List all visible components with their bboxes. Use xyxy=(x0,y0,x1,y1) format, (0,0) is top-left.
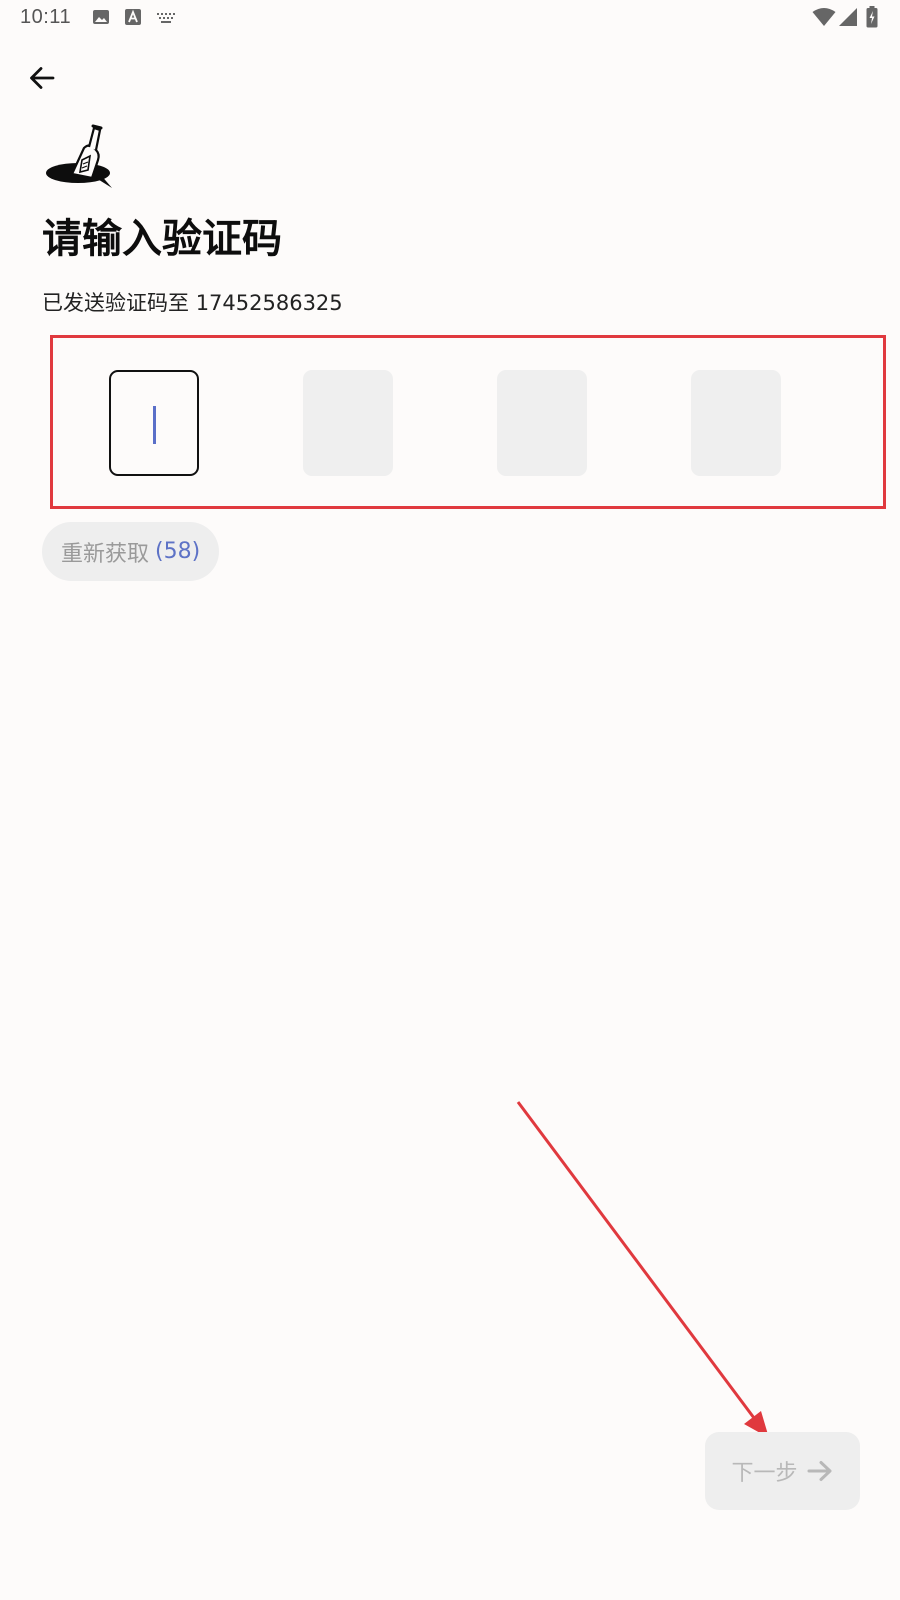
wifi-icon xyxy=(812,7,836,31)
verification-code-area xyxy=(50,335,886,509)
keyboard-icon xyxy=(156,8,176,30)
resend-countdown: (58) xyxy=(155,539,201,564)
resend-code-button[interactable]: 重新获取 (58) xyxy=(42,522,220,581)
page-title: 请输入验证码 xyxy=(42,216,282,262)
code-input-4[interactable] xyxy=(691,370,781,476)
next-step-label: 下一步 xyxy=(731,1461,798,1486)
code-input-1[interactable] xyxy=(109,370,199,476)
code-input-2[interactable] xyxy=(303,370,393,476)
bottle-in-hole-logo xyxy=(46,124,112,188)
phone-number: 17452586325 xyxy=(195,291,343,315)
text-a-icon xyxy=(124,8,142,30)
image-icon xyxy=(92,8,110,30)
next-step-button[interactable]: 下一步 xyxy=(705,1432,860,1510)
sent-to-text: 已发送验证码至 17452586325 xyxy=(42,287,343,317)
app-logo xyxy=(44,120,118,190)
arrow-right-icon xyxy=(806,1459,834,1483)
status-bar: 10:11 xyxy=(0,0,900,38)
arrow-left-icon xyxy=(27,63,57,93)
signal-icon xyxy=(838,7,858,31)
battery-charging-icon xyxy=(866,6,878,32)
back-button[interactable] xyxy=(20,56,64,100)
code-input-3[interactable] xyxy=(497,370,587,476)
status-time: 10:11 xyxy=(20,6,72,28)
resend-label: 重新获取 xyxy=(61,541,150,567)
text-cursor xyxy=(153,406,156,444)
sent-prefix: 已发送验证码至 xyxy=(42,291,189,315)
